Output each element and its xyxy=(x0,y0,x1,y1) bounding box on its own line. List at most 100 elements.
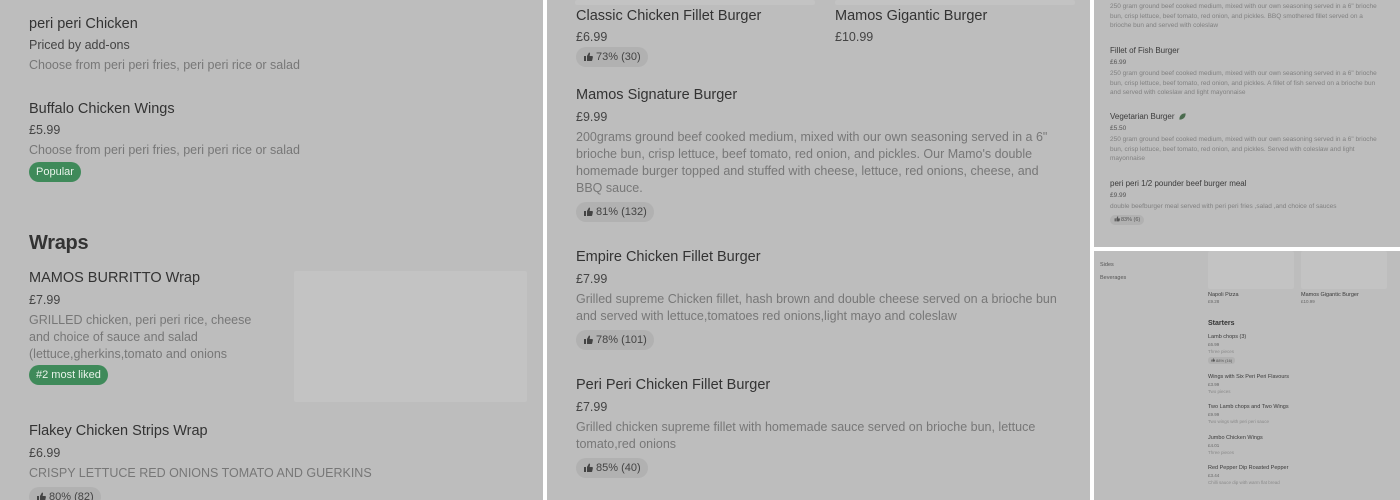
rating-badge: 73% (30) xyxy=(576,47,648,67)
item-name: Classic Chicken Fillet Burger xyxy=(576,8,762,24)
item-name: Empire Chicken Fillet Burger xyxy=(576,249,761,265)
item-name: Peri Peri Chicken Fillet Burger xyxy=(576,377,771,393)
item-image[interactable] xyxy=(835,0,1075,5)
item-image[interactable] xyxy=(1208,251,1294,289)
item-price: £5.99 xyxy=(29,123,61,137)
menu-panel-burgers-small: 250 gram ground beef cooked medium, mixe… xyxy=(1094,0,1400,247)
menu-item-mamos-gigantic[interactable]: Mamos Gigantic Burger £10.99 xyxy=(835,8,987,44)
item-price: £10.99 xyxy=(835,30,874,44)
featured-item-napoli-pizza[interactable]: Napoli Pizza £9.28 xyxy=(1208,292,1239,304)
item-price: £6.99 xyxy=(1208,342,1220,347)
thumbs-up-icon xyxy=(1211,358,1215,362)
item-name: Lamb chops (3) xyxy=(1208,334,1247,340)
item-name: Napoli Pizza xyxy=(1208,292,1239,298)
item-description: double beefburger meal served with peri … xyxy=(1110,203,1337,210)
item-description: Grilled supreme Chicken fillet, hash bro… xyxy=(576,292,1057,323)
menu-item-wings-six-flavours[interactable]: Wings with Six Peri Peri Flavours £3.99 … xyxy=(1208,374,1289,394)
item-price: £6.99 xyxy=(29,446,61,460)
menu-item-peri-peri-chicken[interactable]: peri peri Chicken Priced by add-ons Choo… xyxy=(29,16,300,74)
menu-item-burritto-wrap[interactable]: MAMOS BURRITTO Wrap £7.99 GRILLED chicke… xyxy=(29,270,279,363)
menu-item-signature-burger[interactable]: Mamos Signature Burger £9.99 200grams gr… xyxy=(576,87,1061,197)
sidebar-item-beverages[interactable]: Beverages xyxy=(1100,275,1126,281)
menu-item-classic-fillet[interactable]: Classic Chicken Fillet Burger £6.99 xyxy=(576,8,761,44)
item-price: Priced by add-ons xyxy=(29,38,130,52)
item-price: £9.99 xyxy=(1208,412,1220,417)
rating-badge: 85% (40) xyxy=(576,458,648,478)
item-description: Grilled chicken supreme fillet with home… xyxy=(576,420,1036,451)
menu-item-lamb-chops[interactable]: Lamb chops (3) £6.99 Three pieces xyxy=(1208,334,1246,354)
thumbs-up-icon xyxy=(584,207,593,216)
item-price: £6.99 xyxy=(1110,59,1127,66)
rating-text: 83% (6) xyxy=(1121,217,1141,223)
item-price: £7.99 xyxy=(576,272,608,286)
item-price: £6.99 xyxy=(576,30,608,44)
item-image[interactable] xyxy=(294,271,527,402)
item-price: £3.44 xyxy=(1208,473,1220,478)
item-description: 250 gram ground beef cooked medium, mixe… xyxy=(1110,70,1377,96)
menu-item-buffalo-wings[interactable]: Buffalo Chicken Wings £5.99 Choose from … xyxy=(29,101,300,159)
sidebar-item-sides[interactable]: Sides xyxy=(1100,262,1114,268)
leaf-icon xyxy=(1179,113,1186,120)
item-name: Mamos Signature Burger xyxy=(576,87,738,103)
item-name: Mamos Gigantic Burger xyxy=(835,8,988,24)
rating-text: 88% (16) xyxy=(1216,358,1233,363)
rating-text: 73% (30) xyxy=(596,51,641,63)
item-name-row: Vegetarian Burger xyxy=(1110,112,1385,121)
item-price: £3.99 xyxy=(1208,382,1220,387)
featured-item-mamos-gigantic[interactable]: Mamos Gigantic Burger £10.99 xyxy=(1301,292,1359,304)
item-price: £7.99 xyxy=(29,293,61,307)
menu-item-empire-fillet[interactable]: Empire Chicken Fillet Burger £7.99 Grill… xyxy=(576,249,1071,325)
item-price: £4.01 xyxy=(1208,443,1220,448)
menu-panel-burgers: Classic Chicken Fillet Burger £6.99 73% … xyxy=(547,0,1090,500)
item-price: £5.50 xyxy=(1110,125,1127,132)
item-name: MAMOS BURRITTO Wrap xyxy=(29,270,201,286)
item-name: peri peri 1/2 pounder beef burger meal xyxy=(1110,179,1247,188)
menu-item-red-pepper-dip[interactable]: Red Pepper Dip Roasted Pepper £3.44 Chil… xyxy=(1208,465,1288,485)
item-name: Two Lamb chops and Two Wings xyxy=(1208,404,1289,410)
item-description: Choose from peri peri fries, peri peri r… xyxy=(29,143,300,157)
rating-text: 80% (82) xyxy=(49,491,94,500)
menu-panel-starters: Sides Beverages Napoli Pizza £9.28 Mamos… xyxy=(1094,251,1400,500)
item-name: Jumbo Chicken Wings xyxy=(1208,435,1263,441)
item-name: Vegetarian Burger xyxy=(1110,112,1175,121)
section-title-starters: Starters xyxy=(1208,320,1235,327)
thumbs-up-icon xyxy=(584,52,593,61)
item-name: Red Pepper Dip Roasted Pepper xyxy=(1208,465,1289,471)
menu-item-half-pounder-meal[interactable]: peri peri 1/2 pounder beef burger meal £… xyxy=(1110,179,1385,212)
item-name: Buffalo Chicken Wings xyxy=(29,101,175,117)
item-description: 200grams ground beef cooked medium, mixe… xyxy=(576,130,1048,195)
item-description: Three pieces xyxy=(1208,349,1235,354)
item-name: Mamos Gigantic Burger xyxy=(1301,292,1359,298)
menu-item-flakey-wrap[interactable]: Flakey Chicken Strips Wrap £6.99 CRISPY … xyxy=(29,423,372,482)
rating-badge: 78% (101) xyxy=(576,330,654,350)
menu-item-fish-burger[interactable]: Fillet of Fish Burger £6.99 250 gram gro… xyxy=(1110,46,1385,98)
item-price: £9.28 xyxy=(1208,299,1220,304)
item-price: £9.99 xyxy=(1110,192,1127,199)
item-description: Three pieces xyxy=(1208,450,1235,455)
item-image[interactable] xyxy=(575,0,815,5)
item-description: Two wings with peri peri sauce xyxy=(1208,419,1270,424)
menu-item-jumbo-wings[interactable]: Jumbo Chicken Wings £4.01 Three pieces xyxy=(1208,435,1263,455)
menu-item-lamb-and-wings[interactable]: Two Lamb chops and Two Wings £9.99 Two w… xyxy=(1208,404,1289,424)
item-image[interactable] xyxy=(1301,251,1387,289)
item-description: 250 gram ground beef cooked medium, mixe… xyxy=(1110,3,1377,29)
section-title-wraps: Wraps xyxy=(29,232,89,254)
popular-badge: Popular xyxy=(29,162,81,182)
rating-badge: 88% (16) xyxy=(1208,357,1236,364)
thumbs-up-icon xyxy=(584,463,593,472)
menu-item-peri-fillet[interactable]: Peri Peri Chicken Fillet Burger £7.99 Gr… xyxy=(576,377,1046,453)
menu-panel-chicken-wraps: peri peri Chicken Priced by add-ons Choo… xyxy=(0,0,543,500)
thumbs-up-icon xyxy=(37,492,46,500)
menu-item-vegetarian-burger[interactable]: Vegetarian Burger £5.50 250 gram ground … xyxy=(1110,112,1385,164)
item-name: Flakey Chicken Strips Wrap xyxy=(29,423,208,439)
item-name: peri peri Chicken xyxy=(29,16,138,32)
rating-badge: 80% (82) xyxy=(29,487,101,500)
item-description: GRILLED chicken, peri peri rice, cheese … xyxy=(29,313,252,361)
item-description: 250 gram ground beef cooked medium, mixe… xyxy=(1110,136,1377,162)
rating-badge: 83% (6) xyxy=(1110,215,1145,225)
rating-text: 81% (132) xyxy=(596,206,647,218)
rating-text: 78% (101) xyxy=(596,334,647,346)
rating-text: 85% (40) xyxy=(596,462,641,474)
most-liked-badge: #2 most liked xyxy=(29,365,108,385)
thumbs-up-icon xyxy=(584,335,593,344)
